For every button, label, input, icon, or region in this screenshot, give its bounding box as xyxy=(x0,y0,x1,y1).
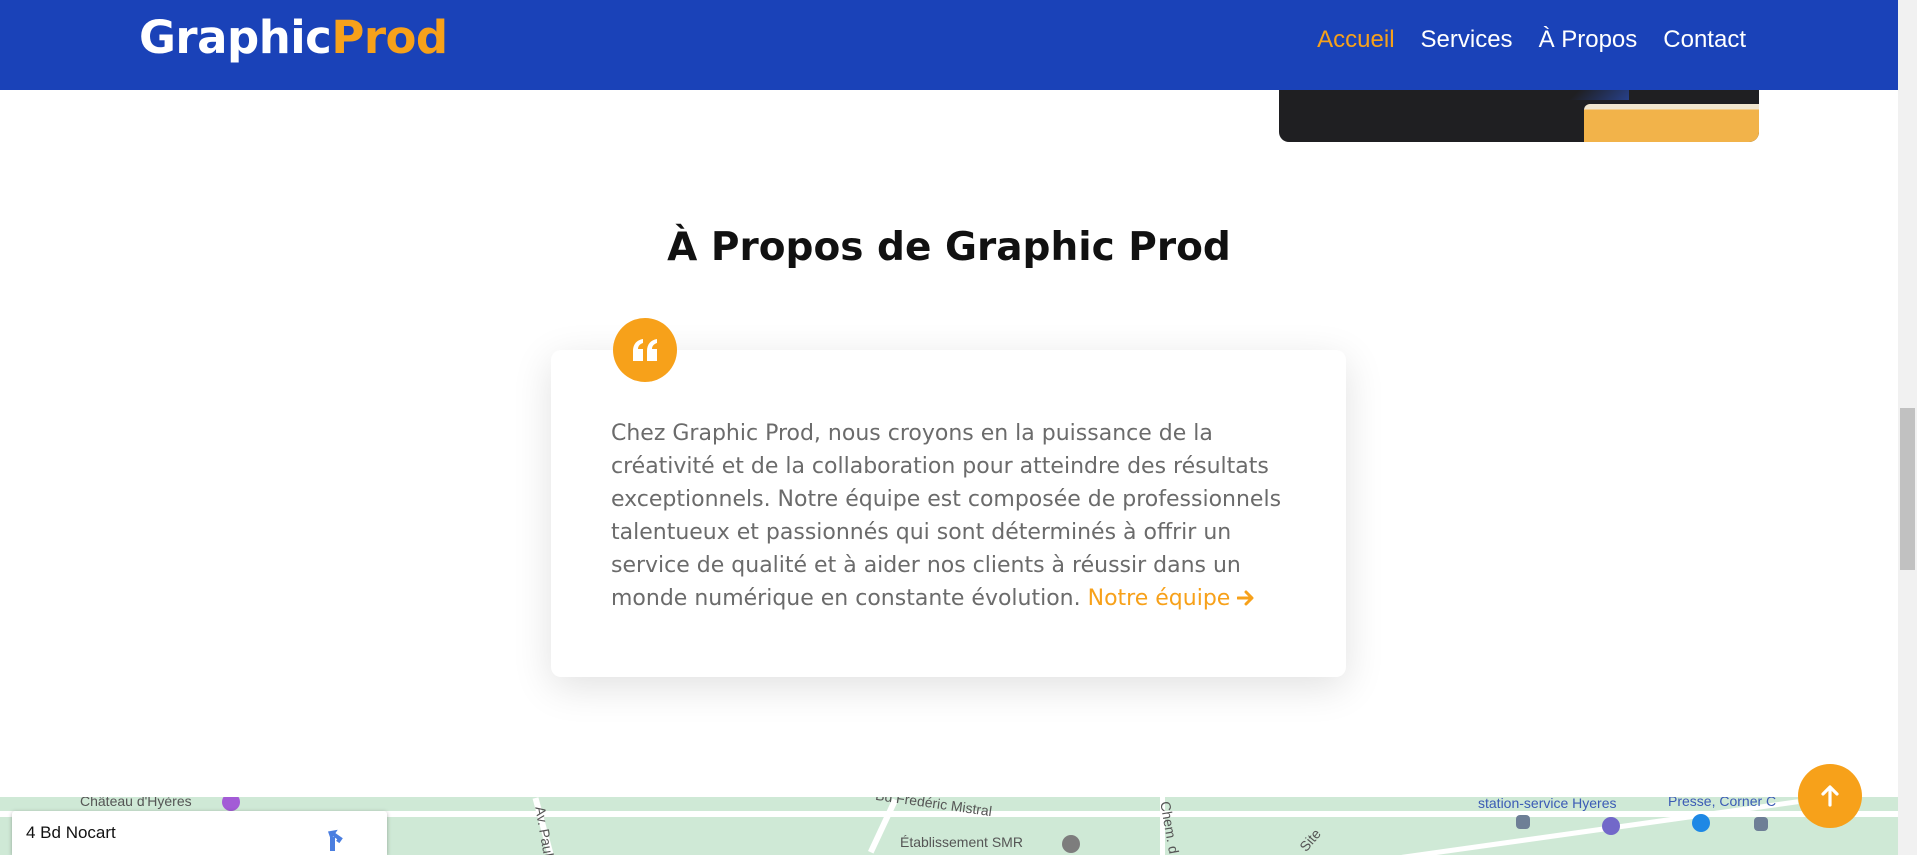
nav-item-a-propos[interactable]: À Propos xyxy=(1539,26,1638,54)
nav-item-accueil[interactable]: Accueil xyxy=(1317,26,1394,54)
map-label: Site xyxy=(1296,825,1324,855)
about-card: Chez Graphic Prod, nous croyons en la pu… xyxy=(551,350,1346,677)
nav-menu: Accueil Services À Propos Contact xyxy=(1317,26,1746,54)
map-label: Presse, Corner C xyxy=(1668,797,1777,809)
nav-item-services[interactable]: Services xyxy=(1421,26,1513,54)
gas-station-icon[interactable] xyxy=(1602,817,1620,835)
map-address: 4 Bd Nocart xyxy=(26,823,116,842)
quote-left-icon-svg xyxy=(633,339,657,361)
map-road xyxy=(868,798,898,854)
map-pin-icon[interactable] xyxy=(1062,835,1080,853)
brand-part-1: Graphic xyxy=(139,11,332,64)
team-link[interactable]: Notre équipe xyxy=(1088,586,1256,611)
directions-icon[interactable] xyxy=(317,823,347,853)
scroll-to-top-button[interactable] xyxy=(1798,764,1862,828)
map-label: Château d'Hyères xyxy=(80,797,192,809)
map-poi-icon[interactable] xyxy=(222,797,240,811)
about-title: À Propos de Graphic Prod xyxy=(667,225,1231,270)
bus-stop-icon[interactable] xyxy=(1754,817,1768,831)
team-link-label: Notre équipe xyxy=(1087,586,1231,611)
shop-icon[interactable] xyxy=(1692,814,1710,832)
brand-part-2: Prod xyxy=(331,11,448,64)
brand-logo[interactable]: GraphicProd xyxy=(139,8,448,68)
map-address-card: 4 Bd Nocart xyxy=(12,811,387,855)
quote-left-icon xyxy=(613,318,677,382)
arrow-right-icon xyxy=(1236,590,1254,606)
navbar: GraphicProd Accueil Services À Propos Co… xyxy=(0,0,1898,90)
nav-item-contact[interactable]: Contact xyxy=(1663,26,1746,54)
arrow-up-icon xyxy=(1821,785,1839,807)
about-text-block: Chez Graphic Prod, nous croyons en la pu… xyxy=(611,417,1301,615)
about-text: Chez Graphic Prod, nous croyons en la pu… xyxy=(611,421,1282,611)
map-label: station-service Hyeres xyxy=(1478,797,1617,811)
bus-stop-icon[interactable] xyxy=(1516,815,1530,829)
map-label: Établissement SMR xyxy=(900,834,1023,850)
hero-image-mug xyxy=(1584,104,1759,142)
page-scrollbar[interactable] xyxy=(1898,0,1917,855)
scrollbar-thumb[interactable] xyxy=(1900,408,1915,570)
